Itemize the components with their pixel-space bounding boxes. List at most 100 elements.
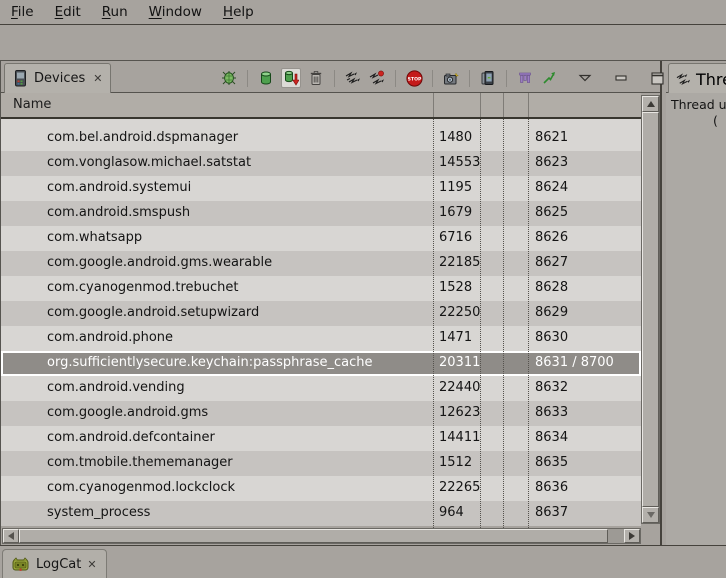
device-screen-icon[interactable] bbox=[479, 69, 497, 87]
tab-devices-label: Devices bbox=[34, 71, 85, 86]
table-row[interactable]: com.android.smspush 1679 8625 bbox=[1, 201, 641, 226]
column-divider[interactable] bbox=[528, 93, 529, 117]
update-threads-icon[interactable] bbox=[344, 69, 362, 87]
cell-port: 8637 bbox=[535, 505, 568, 520]
toolbar-separator bbox=[506, 70, 507, 87]
screenshot-camera-icon[interactable] bbox=[442, 69, 460, 87]
cell-port: 8632 bbox=[535, 380, 568, 395]
ddms-window: File Edit Run Window Help Devices bbox=[0, 0, 726, 577]
cell-port: 8624 bbox=[535, 180, 568, 195]
tab-logcat-close-icon[interactable]: ✕ bbox=[87, 558, 96, 571]
table-row[interactable]: com.android.defcontainer 14411 8634 bbox=[1, 426, 641, 451]
table-row[interactable]: com.cyanogenmod.trebuchet 1528 8628 bbox=[1, 276, 641, 301]
partial-row bbox=[1, 119, 641, 126]
table-row[interactable]: com.vonglasow.michael.satstat 14553 8623 bbox=[1, 151, 641, 176]
scroll-left-button[interactable] bbox=[3, 529, 19, 543]
cell-name: com.google.android.gms bbox=[47, 405, 208, 420]
table-row[interactable]: org.sufficientlysecure.keychain:passphra… bbox=[1, 351, 641, 376]
toolbar-separator bbox=[469, 70, 470, 87]
cell-port: 8626 bbox=[535, 230, 568, 245]
cell-name: com.cyanogenmod.trebuchet bbox=[47, 280, 239, 295]
table-row[interactable]: com.google.android.setupwizard 22250 862… bbox=[1, 301, 641, 326]
column-divider[interactable] bbox=[433, 93, 434, 117]
threads-message-line2: ( bbox=[713, 113, 718, 128]
column-divider[interactable] bbox=[480, 93, 481, 117]
cell-pid: 1480 bbox=[439, 130, 472, 145]
vertical-scrollbar-thumb[interactable] bbox=[642, 112, 659, 507]
tab-threads[interactable]: Threads bbox=[668, 63, 726, 94]
method-profiling-icon[interactable] bbox=[368, 69, 386, 87]
cell-name: com.bel.android.dspmanager bbox=[47, 130, 238, 145]
dump-hprof-icon[interactable] bbox=[281, 68, 301, 88]
minimize-icon[interactable] bbox=[612, 69, 630, 87]
table-row[interactable]: com.android.phone 1471 8630 bbox=[1, 326, 641, 351]
menu-item-help[interactable]: Help bbox=[223, 4, 254, 20]
table-row[interactable]: com.google.android.gms.wearable 22185 86… bbox=[1, 251, 641, 276]
table-row[interactable]: com.android.systemui 1195 8624 bbox=[1, 176, 641, 201]
cell-pid: 22185 bbox=[439, 255, 480, 270]
menu-item-run[interactable]: Run bbox=[102, 4, 128, 20]
cell-pid: 12623 bbox=[439, 405, 480, 420]
tab-devices-close-icon[interactable]: ✕ bbox=[93, 72, 102, 85]
cell-pid: 6716 bbox=[439, 230, 472, 245]
tab-devices[interactable]: Devices ✕ bbox=[4, 63, 111, 93]
cell-port: 8634 bbox=[535, 430, 568, 445]
right-arrow-icon bbox=[629, 532, 635, 540]
cell-port: 8633 bbox=[535, 405, 568, 420]
cell-pid: 14553 bbox=[439, 155, 480, 170]
scroll-down-button[interactable] bbox=[642, 507, 659, 523]
view-menu-icon[interactable] bbox=[576, 69, 594, 87]
scroll-up-button[interactable] bbox=[642, 96, 659, 112]
menu-item-window[interactable]: Window bbox=[149, 4, 202, 20]
debug-process-icon[interactable] bbox=[220, 69, 238, 87]
table-row[interactable]: com.cyanogenmod.lockclock 22265 8636 bbox=[1, 476, 641, 501]
cell-pid: 964 bbox=[439, 505, 464, 520]
cell-name: com.vonglasow.michael.satstat bbox=[47, 155, 251, 170]
table-row[interactable]: com.whatsapp 6716 8626 bbox=[1, 226, 641, 251]
column-header-name[interactable]: Name bbox=[13, 97, 51, 112]
cell-port: 8628 bbox=[535, 280, 568, 295]
cell-port: 8627 bbox=[535, 255, 568, 270]
devices-toolbar: STOP bbox=[217, 68, 669, 88]
device-table-body: com.bel.android.dspmanager 1480 8621 com… bbox=[1, 119, 641, 528]
stop-process-icon[interactable]: STOP bbox=[405, 69, 423, 87]
cell-pid: 22250 bbox=[439, 305, 480, 320]
cell-port: 8629 bbox=[535, 305, 568, 320]
devices-pane: Devices ✕ bbox=[0, 61, 662, 546]
cell-name: com.android.phone bbox=[47, 330, 173, 345]
cell-port: 8625 bbox=[535, 205, 568, 220]
update-heap-icon[interactable] bbox=[257, 69, 275, 87]
scroll-right-button[interactable] bbox=[624, 529, 640, 543]
cell-name: com.android.systemui bbox=[47, 180, 191, 195]
cell-name: com.android.defcontainer bbox=[47, 430, 215, 445]
menu-item-file[interactable]: File bbox=[11, 4, 34, 20]
tab-logcat[interactable]: LogCat ✕ bbox=[2, 549, 107, 578]
threads-pane: Threads Thread up ( bbox=[666, 61, 726, 546]
cell-pid: 20311 bbox=[439, 355, 480, 370]
table-row[interactable]: system_process 964 8637 bbox=[1, 501, 641, 526]
horizontal-scrollbar-thumb[interactable] bbox=[19, 529, 608, 543]
trace-arrow-icon[interactable] bbox=[540, 69, 558, 87]
cell-name: com.whatsapp bbox=[47, 230, 142, 245]
vertical-scrollbar[interactable] bbox=[641, 95, 660, 524]
table-row[interactable]: com.android.vending 22440 8632 bbox=[1, 376, 641, 401]
table-row[interactable]: com.tmobile.thememanager 1512 8635 bbox=[1, 451, 641, 476]
threads-icon bbox=[676, 72, 691, 87]
table-row[interactable]: com.bel.android.dspmanager 1480 8621 bbox=[1, 126, 641, 151]
table-header: Name bbox=[1, 93, 641, 119]
threads-content: Thread up ( bbox=[666, 93, 726, 546]
toolbar-separator bbox=[395, 70, 396, 87]
column-divider[interactable] bbox=[503, 93, 504, 117]
table-row[interactable]: com.google.android.gms 12623 8633 bbox=[1, 401, 641, 426]
sysinfo-bars-icon[interactable] bbox=[516, 69, 534, 87]
menu-item-edit[interactable]: Edit bbox=[55, 4, 81, 20]
gc-trash-icon[interactable] bbox=[307, 69, 325, 87]
cell-port: 8636 bbox=[535, 480, 568, 495]
cell-pid: 1471 bbox=[439, 330, 472, 345]
up-arrow-icon bbox=[647, 101, 655, 107]
horizontal-scrollbar[interactable] bbox=[2, 528, 641, 544]
maximize-icon[interactable] bbox=[648, 69, 666, 87]
main-area: Devices ✕ bbox=[0, 60, 726, 545]
down-arrow-icon bbox=[647, 512, 655, 518]
threads-message-line1: Thread up bbox=[671, 97, 726, 112]
